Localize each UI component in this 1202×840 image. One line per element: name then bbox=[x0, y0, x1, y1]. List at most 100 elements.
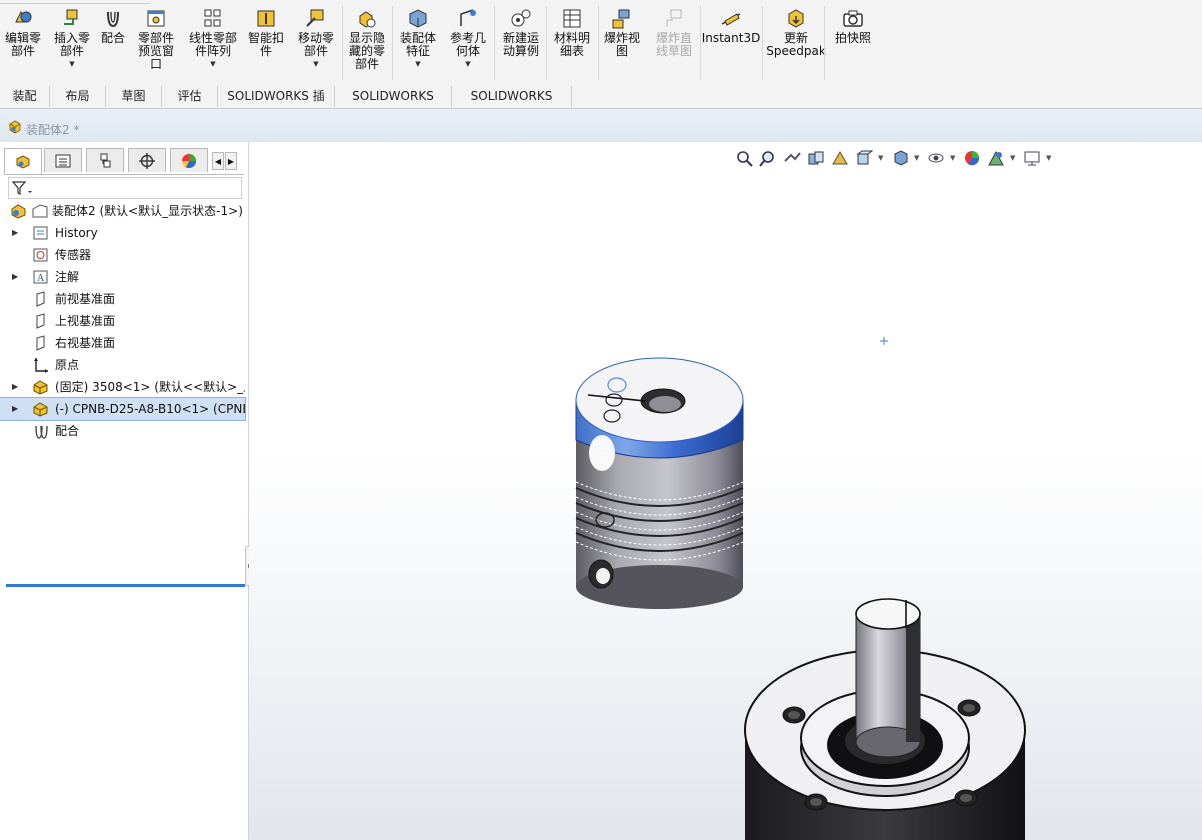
component-preview-button[interactable]: 零部件 预览窗 口 bbox=[132, 8, 180, 71]
tree-filter-bar[interactable] bbox=[8, 177, 242, 199]
tree-item-0[interactable]: ▶ History bbox=[0, 222, 245, 244]
tree-item-9[interactable]: 配合 bbox=[0, 420, 245, 442]
new-motion-study-button[interactable]: 新建运 动算例 bbox=[498, 8, 544, 58]
insert-components-label: 插入零 部件 bbox=[53, 31, 90, 58]
part-icon bbox=[33, 380, 48, 395]
dimxpert-manager-tab[interactable] bbox=[128, 148, 166, 172]
feature-tree-icon bbox=[16, 154, 30, 169]
configuration-icon bbox=[100, 153, 111, 167]
show-hidden-button[interactable]: 显示隐 藏的零 部件 bbox=[344, 8, 390, 71]
motor-model[interactable] bbox=[744, 598, 1026, 840]
tree-item-label: (-) CPNB-D25-A8-B10<1> (CPNB-D25-A8-B10) bbox=[55, 402, 245, 416]
mate-label: 配合 bbox=[100, 31, 125, 45]
tab-3[interactable]: 评估 bbox=[162, 86, 218, 107]
explode-line-icon bbox=[666, 9, 682, 27]
property-manager-icon bbox=[55, 154, 71, 167]
linear-pattern-label: 线性零部 件阵列 bbox=[188, 31, 237, 58]
speedpak-icon bbox=[788, 9, 804, 28]
update-speedpak-label: 更新 Speedpak bbox=[766, 31, 826, 58]
tab-0[interactable]: 装配体 bbox=[0, 86, 50, 124]
assembly-doc-icon bbox=[9, 120, 21, 134]
tree-item-label: 前视基准面 bbox=[55, 292, 116, 306]
tab-scroll-right-button[interactable]: ▶ bbox=[225, 152, 237, 170]
display-manager-tab[interactable] bbox=[170, 148, 208, 172]
property-manager-tab[interactable] bbox=[44, 148, 82, 172]
mate-button[interactable]: 配合 bbox=[98, 8, 128, 45]
linear-pattern-button[interactable]: 线性零部 件阵列 ▼ bbox=[184, 8, 242, 68]
document-title: 装配体2 * bbox=[26, 123, 80, 137]
filter-icon bbox=[12, 181, 32, 195]
exploded-view-label: 爆炸视 图 bbox=[603, 31, 640, 58]
tree-item-2[interactable]: ▶ A 注解 bbox=[0, 266, 245, 288]
edit-component-label: 编辑零 部件 bbox=[4, 31, 41, 58]
ribbon-separator bbox=[392, 6, 393, 80]
linear-pattern-dropdown-icon[interactable]: ▼ bbox=[210, 60, 215, 68]
expand-arrow-icon[interactable]: ▶ bbox=[12, 376, 18, 398]
ribbon-separator bbox=[342, 6, 343, 80]
crosshair-icon bbox=[139, 152, 155, 169]
show-hidden-label: 显示隐 藏的零 部件 bbox=[348, 31, 385, 71]
coupling-model[interactable] bbox=[575, 357, 744, 609]
expand-arrow-icon[interactable]: ▶ bbox=[12, 398, 18, 420]
assembly-root-icon bbox=[11, 204, 26, 219]
tab-4[interactable]: SOLIDWORKS 插件 bbox=[218, 86, 335, 124]
insert-components-icon bbox=[64, 9, 78, 25]
exploded-view-button[interactable]: 爆炸视 图 bbox=[600, 8, 644, 58]
reference-geometry-dropdown-icon[interactable]: ▼ bbox=[465, 60, 470, 68]
smart-fasteners-icon bbox=[257, 10, 275, 27]
tree-item-4[interactable]: 上视基准面 bbox=[0, 310, 245, 332]
ribbon-top-line bbox=[0, 0, 150, 4]
tab-6[interactable]: SOLIDWORKS CAM bbox=[452, 86, 572, 124]
tree-item-8[interactable]: ▶ (-) CPNB-D25-A8-B10<1> (CPNB-D25-A8-B10… bbox=[0, 397, 246, 421]
tree-item-6[interactable]: 原点 bbox=[0, 354, 245, 376]
configuration-manager-tab[interactable] bbox=[86, 148, 124, 172]
explode-line-sketch-label: 爆炸直 线草图 bbox=[655, 31, 692, 58]
tree-item-3[interactable]: 前视基准面 bbox=[0, 288, 245, 310]
ribbon-separator bbox=[546, 6, 547, 80]
tree-item-label: 注解 bbox=[55, 270, 80, 284]
tree-root-assembly[interactable]: 装配体2 (默认<默认_显示状态-1>) bbox=[0, 200, 245, 222]
tab-2[interactable]: 草图 bbox=[106, 86, 162, 107]
tree-item-label: 原点 bbox=[55, 358, 80, 372]
tree-item-5[interactable]: 右视基准面 bbox=[0, 332, 245, 354]
expand-arrow-icon[interactable]: ▶ bbox=[12, 266, 18, 288]
tab-5[interactable]: SOLIDWORKS MBD bbox=[335, 86, 452, 124]
feature-manager-panel: ◀ ▶ 装配体2 (默认<默认_显示状态-1>) ▶ History 传感器 ▶ A 注解前… bbox=[0, 142, 249, 840]
insert-components-button[interactable]: 插入零 部件 ▼ bbox=[52, 8, 92, 68]
new-motion-study-label: 新建运 动算例 bbox=[502, 31, 539, 58]
reference-geometry-button[interactable]: 参考几 何体 ▼ bbox=[446, 8, 490, 68]
bill-of-materials-button[interactable]: 材料明 细表 bbox=[550, 8, 594, 58]
svg-text:A: A bbox=[37, 273, 45, 284]
expand-arrow-icon[interactable]: ▶ bbox=[12, 222, 18, 244]
edit-component-button[interactable]: 编辑零 部件 bbox=[2, 8, 44, 58]
tree-item-label: 右视基准面 bbox=[55, 336, 116, 350]
smart-fasteners-button[interactable]: 智能扣 件 bbox=[244, 8, 288, 58]
move-component-button[interactable]: 移动零 部件 ▼ bbox=[294, 8, 338, 68]
update-speedpak-button[interactable]: 更新 Speedpak bbox=[766, 8, 826, 58]
explode-line-sketch-button[interactable]: 爆炸直 线草图 bbox=[652, 8, 696, 58]
motion-study-icon bbox=[511, 9, 531, 27]
instant3d-button[interactable]: Instant3D bbox=[702, 8, 760, 45]
tree-item-1[interactable]: 传感器 bbox=[0, 244, 245, 266]
origin-marker bbox=[880, 337, 888, 345]
panel-tabs: ◀ ▶ bbox=[4, 148, 244, 175]
tree-item-label: 配合 bbox=[55, 424, 80, 438]
feature-manager-tab[interactable] bbox=[4, 148, 42, 174]
smart-fasteners-label: 智能扣 件 bbox=[247, 31, 284, 58]
assembly-features-dropdown-icon[interactable]: ▼ bbox=[415, 60, 420, 68]
take-snapshot-button[interactable]: 拍快照 bbox=[832, 8, 874, 45]
graphics-viewport[interactable]: ▼ ▼ ▼ ▼ ▼ bbox=[249, 142, 1202, 840]
tree-item-7[interactable]: ▶ (固定) 3508<1> (默认<<默认>_显示状态 1>) bbox=[0, 376, 245, 398]
take-snapshot-label: 拍快照 bbox=[834, 31, 871, 45]
insert-components-dropdown-icon[interactable]: ▼ bbox=[69, 60, 74, 68]
linear-pattern-icon bbox=[204, 9, 221, 27]
tree-item-label: 上视基准面 bbox=[55, 314, 116, 328]
display-manager-icon bbox=[182, 153, 196, 168]
move-component-icon bbox=[306, 9, 324, 27]
reference-geometry-icon bbox=[460, 9, 476, 26]
panel-split-line[interactable] bbox=[6, 584, 245, 587]
assembly-features-button[interactable]: 装配体 特征 ▼ bbox=[396, 8, 440, 68]
tab-1[interactable]: 布局 bbox=[50, 86, 106, 107]
move-component-dropdown-icon[interactable]: ▼ bbox=[313, 60, 318, 68]
tab-scroll-left-button[interactable]: ◀ bbox=[212, 152, 224, 170]
